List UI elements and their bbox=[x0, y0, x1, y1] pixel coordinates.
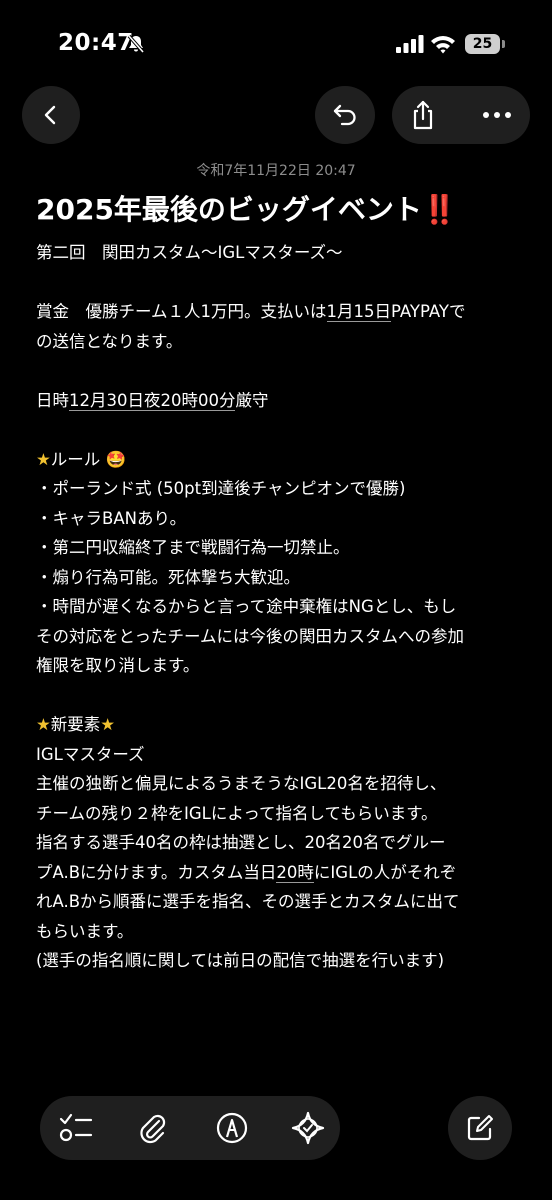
note-title-text: 2025年最後のビッグイベント bbox=[36, 193, 422, 226]
more-options-button[interactable] bbox=[476, 94, 518, 136]
note-line: ・ポーランド式 (50pt到達後チャンピオンで優勝) bbox=[36, 479, 406, 498]
note-line: れA.Bから順番に選手を指名、その選手とカスタムに出て bbox=[36, 892, 460, 911]
note-line: もらいます。 bbox=[36, 921, 134, 941]
undo-icon bbox=[333, 104, 356, 126]
note-title[interactable]: 2025年最後のビッグイベント‼️ bbox=[36, 190, 457, 230]
attach-button[interactable] bbox=[130, 1106, 174, 1150]
status-bar: 20:47 25 bbox=[0, 0, 552, 80]
note-line: チームの残り２枠をIGLによって指名してもらいます。 bbox=[36, 803, 438, 823]
share-icon bbox=[413, 100, 433, 130]
note-line: 権限を取り消します。 bbox=[36, 656, 200, 675]
checklist-button[interactable] bbox=[54, 1106, 98, 1150]
note-line: ・時間が遅くなるからと言って途中棄権はNGとし、もし bbox=[36, 597, 457, 616]
compose-icon bbox=[467, 1115, 493, 1141]
battery-level: 25 bbox=[465, 34, 500, 54]
date-link[interactable]: 1月15日 bbox=[326, 302, 392, 322]
note-line: ・キャラBANあり。 bbox=[36, 508, 187, 528]
note-line: 指名する選手40名の枠は抽選とし、20名20名でグルー bbox=[36, 833, 446, 852]
note-line: ・煽り行為可能。死体撃ち大歓迎。 bbox=[36, 567, 300, 587]
chevron-left-icon bbox=[44, 105, 56, 125]
note-line: 日時12月30日夜20時00分厳守 bbox=[36, 390, 269, 411]
note-line: 第二回 関田カスタム〜IGLマスターズ〜 bbox=[36, 243, 343, 262]
bell-slash-icon bbox=[127, 34, 145, 54]
double-exclamation-icon: ‼️ bbox=[421, 193, 457, 226]
note-line: IGLマスターズ bbox=[36, 744, 145, 764]
note-line: ★ルール 🤩 bbox=[36, 449, 127, 469]
note-line: の送信となります。 bbox=[36, 331, 183, 351]
back-button[interactable] bbox=[22, 86, 80, 144]
note-line: その対応をとったチームには今後の関田カスタムへの参加 bbox=[36, 626, 465, 646]
paperclip-icon bbox=[140, 1114, 166, 1144]
pen-circle-icon bbox=[216, 1112, 248, 1144]
markup-button[interactable] bbox=[210, 1106, 254, 1150]
cellular-signal-icon bbox=[396, 35, 424, 53]
star-icon: ★ bbox=[100, 715, 116, 734]
time-link[interactable]: 20時 bbox=[276, 862, 314, 883]
note-body[interactable]: 第二回 関田カスタム〜IGLマスターズ〜 賞金 優勝チーム１人1万円。支払いは1… bbox=[36, 238, 526, 976]
note-date: 令和7年11月22日 20:47 bbox=[196, 163, 356, 179]
note-line: ★新要素★ bbox=[36, 715, 116, 734]
note-line: 主催の独断と偏見によるうまそうなIGL20名を招待し、 bbox=[36, 774, 447, 793]
share-more-group bbox=[392, 86, 530, 144]
star-icon: ★ bbox=[36, 715, 51, 734]
note-line: ・第二円収縮終了まで戦闘行為一切禁止。 bbox=[36, 538, 350, 557]
star-icon: ★ bbox=[36, 449, 51, 469]
writing-tools-button[interactable] bbox=[286, 1106, 330, 1150]
datetime-link[interactable]: 12月30日夜20時00分 bbox=[69, 390, 236, 411]
ellipsis-icon bbox=[483, 112, 511, 118]
status-time: 20:47 bbox=[58, 30, 134, 56]
undo-button[interactable] bbox=[315, 86, 375, 144]
share-button[interactable] bbox=[402, 94, 444, 136]
checklist-icon bbox=[59, 1113, 93, 1142]
bottom-toolbar bbox=[40, 1096, 340, 1160]
wifi-icon bbox=[431, 36, 455, 54]
note-line: (選手の指名順に関しては前日の配信で抽選を行います) bbox=[36, 951, 445, 970]
note-line: プA.Bに分けます。カスタム当日20時にIGLの人がそれぞ bbox=[36, 862, 457, 883]
note-line: 賞金 優勝チーム１人1万円。支払いは1月15日PAYPAYで bbox=[36, 302, 466, 322]
compose-button[interactable] bbox=[448, 1096, 512, 1160]
star-struck-emoji-icon: 🤩 bbox=[100, 449, 127, 469]
sparkle-icon bbox=[291, 1111, 325, 1145]
battery-indicator: 25 bbox=[465, 34, 505, 54]
